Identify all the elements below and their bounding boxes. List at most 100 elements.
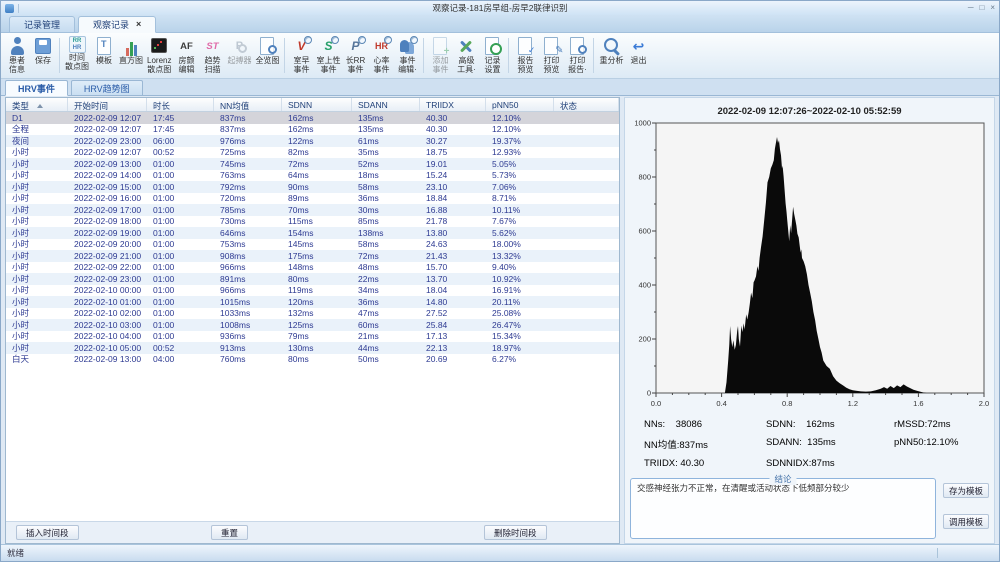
delete-period-button[interactable]: 删除时间段 [484, 525, 547, 540]
table-row[interactable]: 白天2022-02-09 13:0004:00760ms80ms50ms20.6… [6, 354, 619, 366]
toolbar-event-edit-button[interactable]: 事件 编辑· [394, 35, 420, 76]
exit-icon [627, 36, 649, 56]
table-row[interactable]: 小时2022-02-10 04:0001:00936ms79ms21ms17.1… [6, 331, 619, 343]
tab-close-icon[interactable]: × [136, 20, 141, 29]
table-row[interactable]: 小时2022-02-09 22:0001:00966ms148ms48ms15.… [6, 262, 619, 274]
svg-text:0.8: 0.8 [782, 399, 792, 408]
toolbar-long-rr-events-button[interactable]: 长RR 事件 [342, 35, 368, 76]
table-row[interactable]: 小时2022-02-10 03:0001:001008ms125ms60ms25… [6, 319, 619, 331]
svg-text:400: 400 [638, 281, 651, 290]
tab-record-management[interactable]: 记录管理 [9, 16, 75, 32]
cell: 01:00 [147, 182, 214, 192]
close-icon[interactable]: × [990, 3, 995, 13]
toolbar-overview-button[interactable]: 全览图 [253, 35, 281, 76]
column-header[interactable]: NN均值 [214, 98, 282, 111]
table-row[interactable]: 小时2022-02-09 18:0001:00730ms115ms85ms21.… [6, 216, 619, 228]
table-row[interactable]: 小时2022-02-09 17:0001:00785ms70ms30ms16.8… [6, 204, 619, 216]
toolbar-patient-info-button[interactable]: 患者 信息 [4, 35, 30, 76]
toolbar-label: 报告 预览 [517, 57, 533, 74]
cell: 小时 [6, 319, 68, 331]
toolbar-label: 重分析 [599, 57, 623, 66]
toolbar-separator [508, 38, 509, 73]
table-row[interactable]: 小时2022-02-10 05:0000:52913ms130ms44ms22.… [6, 342, 619, 354]
cell: 80ms [282, 354, 352, 364]
toolbar-time-scatter-button[interactable]: 时间 散点图 [63, 35, 91, 76]
cell: 60ms [352, 320, 420, 330]
table-row[interactable]: 小时2022-02-09 23:0001:00891ms80ms22ms13.7… [6, 273, 619, 285]
cell: 646ms [214, 228, 282, 238]
column-header[interactable]: 时长 [147, 98, 214, 111]
reset-button[interactable]: 重置 [211, 525, 248, 540]
toolbar-label: Lorenz 散点图 [147, 57, 171, 74]
toolbar-advanced-tools-button[interactable]: 高级 工具· [453, 35, 479, 76]
table-row[interactable]: 小时2022-02-09 20:0001:00753ms145ms58ms24.… [6, 239, 619, 251]
minimize-icon[interactable]: ─ [968, 3, 974, 13]
toolbar-histogram-button[interactable]: 直方图 [117, 35, 145, 76]
toolbar-label: 患者 信息 [9, 57, 25, 74]
toolbar-reanalyze-button[interactable]: 重分析 [597, 35, 625, 76]
cell: 小时 [6, 204, 68, 216]
column-header[interactable]: 类型 [6, 98, 68, 111]
cell: 72ms [282, 159, 352, 169]
cell: 58ms [352, 182, 420, 192]
toolbar-exit-button[interactable]: 退出 [625, 35, 651, 76]
toolbar-trend-scan-button[interactable]: 趋势 扫描 [199, 35, 225, 76]
restore-icon[interactable]: □ [979, 3, 984, 13]
toolbar-hr-events-button[interactable]: 心率 事件 [368, 35, 394, 76]
cell: D1 [6, 113, 68, 123]
toolbar-report-preview-button[interactable]: 报告 预览 [512, 35, 538, 76]
toolbar-print-report-button[interactable]: 打印 报告· [564, 35, 590, 76]
toolbar-af-edit-button[interactable]: 房颤 编辑 [173, 35, 199, 76]
table-row[interactable]: 小时2022-02-09 21:0001:00908ms175ms72ms21.… [6, 250, 619, 262]
table-row[interactable]: 小时2022-02-09 12:0700:52725ms82ms35ms18.7… [6, 147, 619, 159]
cell: 36ms [352, 193, 420, 203]
table-row[interactable]: 小时2022-02-09 16:0001:00720ms89ms36ms18.8… [6, 193, 619, 205]
cell: 17:45 [147, 124, 214, 134]
save-template-button[interactable]: 存为模板 [943, 483, 989, 498]
table-row[interactable]: 全程2022-02-09 12:0717:45837ms162ms135ms40… [6, 124, 619, 136]
cell: 837ms [214, 113, 282, 123]
toolbar-label: 保存 [35, 57, 51, 66]
cell: 2022-02-10 02:00 [68, 308, 147, 318]
cell: 30ms [352, 205, 420, 215]
table-row[interactable]: D12022-02-09 12:0717:45837ms162ms135ms40… [6, 112, 619, 124]
table-row[interactable]: 小时2022-02-09 14:0001:00763ms64ms18ms15.2… [6, 170, 619, 182]
column-header[interactable]: pNN50 [486, 98, 554, 111]
toolbar-print-preview-button[interactable]: 打印 预览 [538, 35, 564, 76]
toolbar-save-button[interactable]: 保存 [30, 35, 56, 76]
cell: 70ms [282, 205, 352, 215]
table-row[interactable]: 小时2022-02-10 01:0001:001015ms120ms36ms14… [6, 296, 619, 308]
table-row[interactable]: 夜间2022-02-09 23:0006:00976ms122ms61ms30.… [6, 135, 619, 147]
window-title: 观察记录-181房早组-房早2联律识别 [1, 2, 999, 14]
svg-text:1.2: 1.2 [848, 399, 858, 408]
cell: 2022-02-10 04:00 [68, 331, 147, 341]
cell: 22ms [352, 274, 420, 284]
cell: 18ms [352, 170, 420, 180]
cell: 小时 [6, 158, 68, 170]
toolbar-sve-events-button[interactable]: 室上性 事件 [314, 35, 342, 76]
toolbar-template-button[interactable]: 模板 [91, 35, 117, 76]
table-row[interactable]: 小时2022-02-09 15:0001:00792ms90ms58ms23.1… [6, 181, 619, 193]
subtab-hrv-events[interactable]: HRV事件 [5, 80, 68, 96]
column-header[interactable]: 状态 [554, 98, 619, 111]
cell: 120ms [282, 297, 352, 307]
cell: 90ms [282, 182, 352, 192]
table-row[interactable]: 小时2022-02-10 02:0001:001033ms132ms47ms27… [6, 308, 619, 320]
table-row[interactable]: 小时2022-02-09 19:0001:00646ms154ms138ms13… [6, 227, 619, 239]
toolbar-pvc-events-button[interactable]: 室早 事件 [288, 35, 314, 76]
column-header[interactable]: SDNN [282, 98, 352, 111]
cell: 17.13 [420, 331, 486, 341]
load-template-button[interactable]: 调用模板 [943, 514, 989, 529]
tab-observe-record[interactable]: 观察记录 × [78, 16, 156, 33]
conclusion-legend: 结论 [769, 473, 796, 485]
svg-text:0.0: 0.0 [651, 399, 661, 408]
toolbar-record-settings-button[interactable]: 记录 设置 [479, 35, 505, 76]
table-row[interactable]: 小时2022-02-09 13:0001:00745ms72ms52ms19.0… [6, 158, 619, 170]
table-row[interactable]: 小时2022-02-10 00:0001:00966ms119ms34ms18.… [6, 285, 619, 297]
column-header[interactable]: SDANN [352, 98, 420, 111]
insert-period-button[interactable]: 插入时间段 [16, 525, 79, 540]
subtab-hrv-trend[interactable]: HRV趋势图 [71, 80, 143, 95]
toolbar-lorenz-scatter-button[interactable]: Lorenz 散点图 [145, 35, 173, 76]
column-header[interactable]: TRIIDX [420, 98, 486, 111]
column-header[interactable]: 开始时间 [68, 98, 147, 111]
